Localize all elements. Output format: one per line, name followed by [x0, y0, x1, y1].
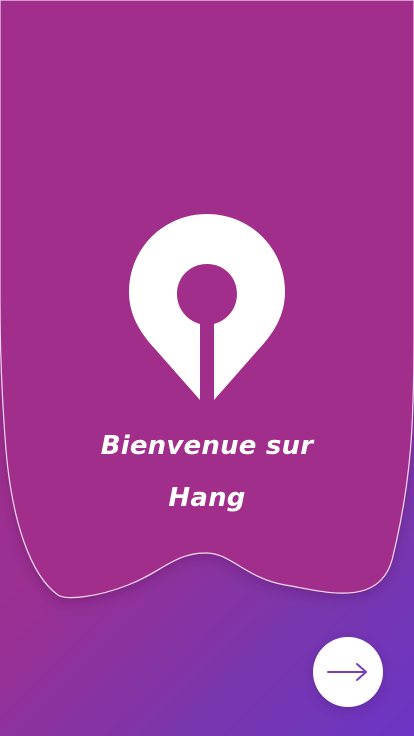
welcome-title: Bienvenue sur Hang [57, 420, 357, 524]
map-pin-icon [129, 214, 285, 400]
welcome-title-line-1: Bienvenue sur [100, 431, 314, 461]
welcome-title-line-2: Hang [168, 483, 246, 513]
next-button[interactable] [313, 637, 383, 707]
welcome-screen: Bienvenue sur Hang [0, 0, 414, 736]
arrow-right-icon [327, 663, 367, 681]
